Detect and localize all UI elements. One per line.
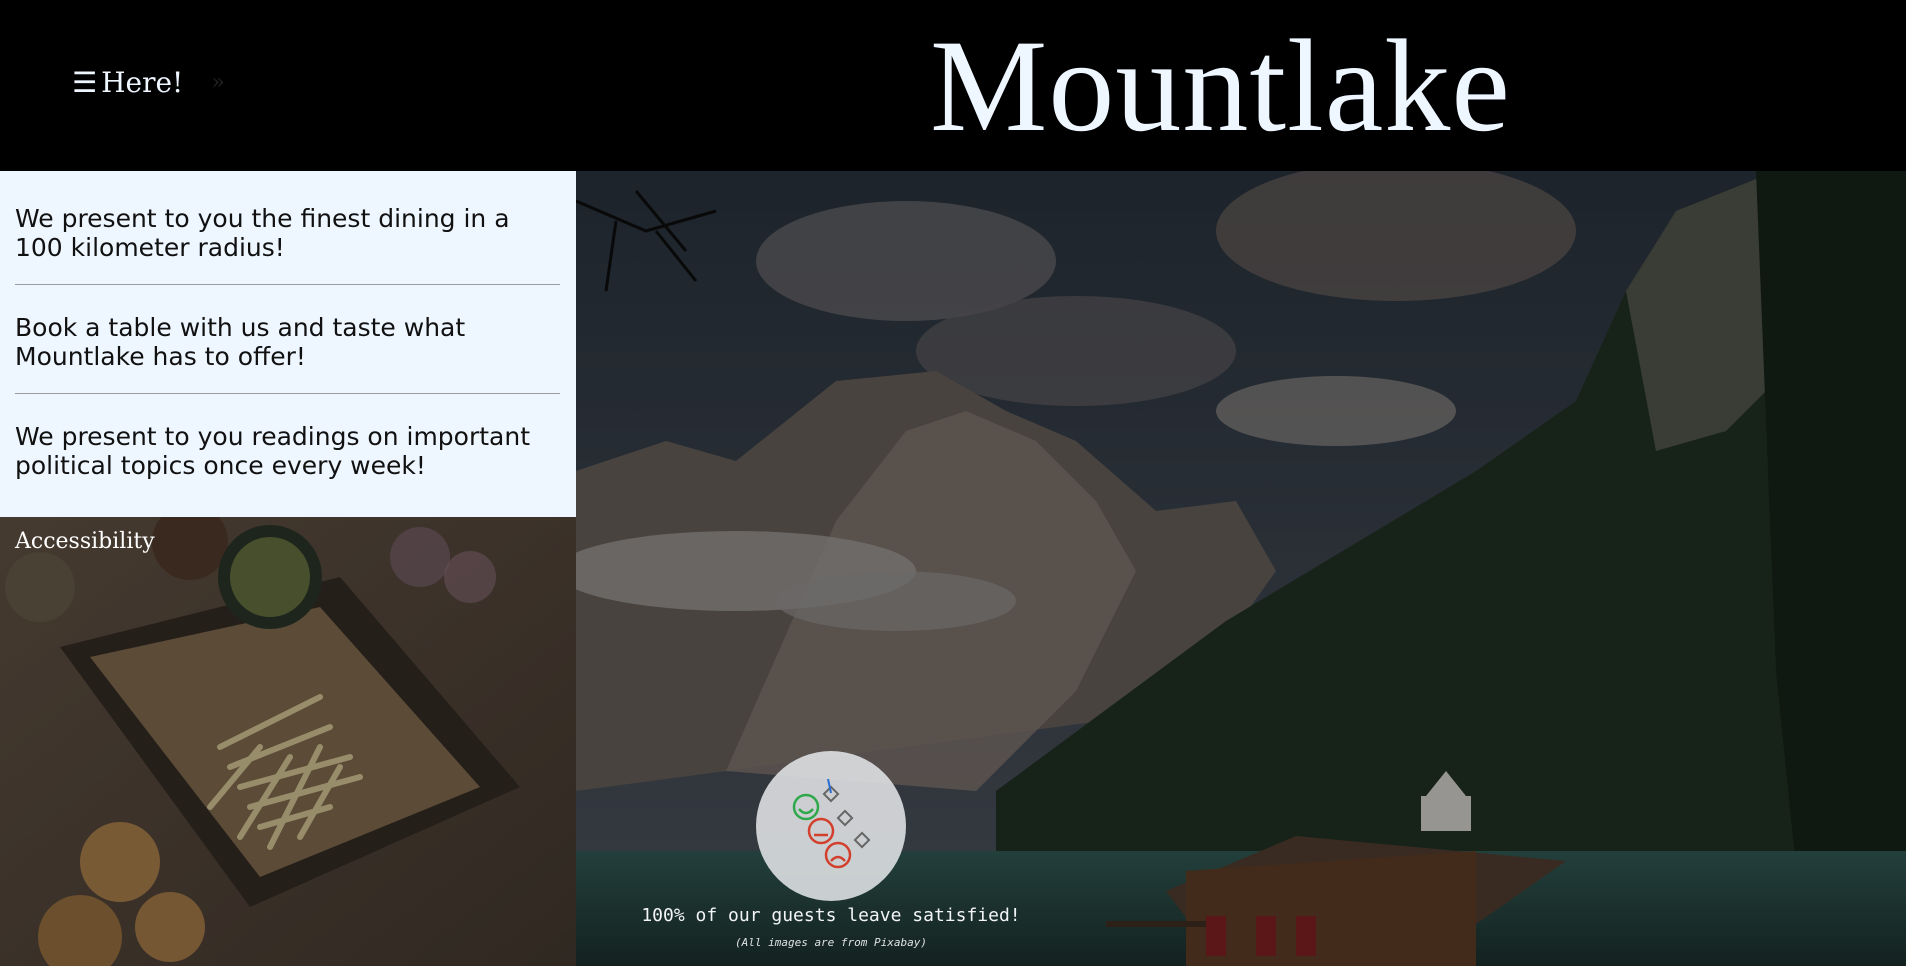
info-text-readings: We present to you readings on important … [15,422,531,480]
info-text-dining: We present to you the finest dining in a… [15,204,510,262]
food-photo: Accessibility [0,517,576,966]
site-header: ☰ Here! » Mountlake [0,0,1906,171]
double-chevron-right-icon: » [211,70,225,95]
satisfaction-text: 100% of our guests leave satisfied! [641,905,1021,926]
divider [15,284,560,285]
menu-button[interactable]: ☰ Here! » [72,66,225,99]
food-photo-image [0,517,576,966]
image-credit: (All images are from Pixabay) [734,936,928,949]
satisfaction-badge [756,751,906,901]
hero-photo: 100% of our guests leave satisfied! (All… [576,171,1906,966]
hamburger-icon: ☰ [72,66,98,99]
accessibility-link[interactable]: Accessibility [15,529,155,554]
info-panel: We present to you the finest dining in a… [0,171,576,517]
menu-label: Here! [101,66,184,99]
left-column: We present to you the finest dining in a… [0,171,576,966]
site-title: Mountlake [930,12,1511,159]
divider [15,393,560,394]
satisfaction-rating-icon [792,778,871,869]
info-text-booking: Book a table with us and taste what Moun… [15,313,466,371]
